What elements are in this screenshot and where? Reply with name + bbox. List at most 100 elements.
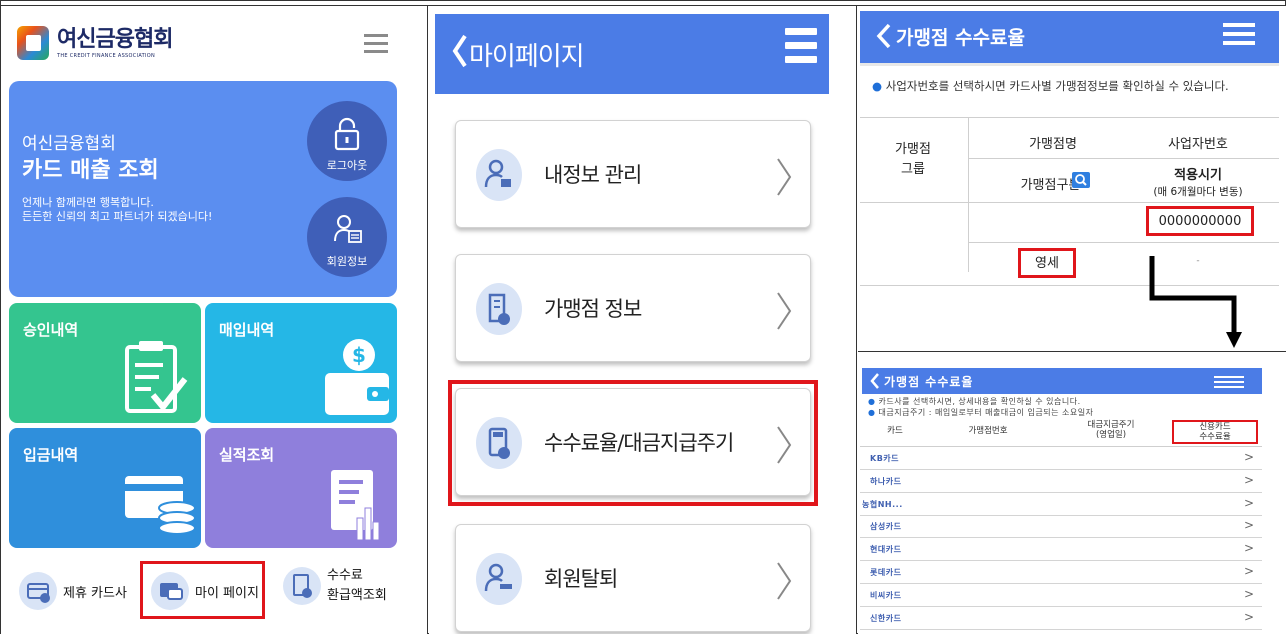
card-fee-header: 가맹점 수수료율 (862, 368, 1262, 394)
partner-card-link[interactable]: 제휴 카드사 (19, 572, 127, 610)
info-note: ● 대금지급주기 : 매입일로부터 매출대금이 입금되는 소요일자 (868, 408, 1094, 417)
logo-text: 여신금융협회 (57, 27, 173, 52)
logo[interactable]: 여신금융협회 THE CREDIT FINANCE ASSOCIATION (17, 26, 173, 60)
table-border (968, 158, 1279, 159)
card-row[interactable]: 비씨카드 > (860, 584, 1262, 607)
withdraw-button[interactable]: 회원탈퇴 (455, 524, 811, 632)
info-note-text: 카드사를 선택하시면, 상세내용을 확인하실 수 있습니다. (878, 397, 1081, 406)
member-info-button[interactable]: 회원정보 (307, 197, 387, 277)
info-note-text: 대금지급주기 : 매입일로부터 매출대금이 입금되는 소요일자 (878, 408, 1094, 417)
hero-desc-line: 언제나 함께라면 행복합니다. (22, 196, 154, 209)
card-name: 농협NH... (862, 499, 903, 509)
search-icon[interactable] (1072, 172, 1090, 188)
report-chart-icon (331, 470, 380, 541)
table-border (860, 202, 1279, 203)
mypage-highlight (140, 561, 265, 619)
tile-purchase[interactable]: 매입내역 $ (205, 303, 397, 423)
logout-label: 로그아웃 (326, 159, 368, 172)
card-name: 삼성카드 (870, 522, 902, 532)
home-screen: 여신금융협회 THE CREDIT FINANCE ASSOCIATION 여신… (1, 6, 427, 634)
card-name: 하나카드 (870, 476, 902, 486)
hero-title-org: 여신금융협회 (22, 134, 116, 154)
tile-approval[interactable]: 승인내역 (9, 303, 201, 423)
table-border (968, 242, 1279, 243)
col-payment-cycle-1: 대금지급주기 (1087, 420, 1135, 430)
col-payment-cycle-2: (영업일) (1095, 430, 1127, 440)
business-number-value[interactable]: 0000000000 (1146, 206, 1254, 236)
menu-icon[interactable] (785, 28, 817, 72)
card-name: 신한카드 (870, 613, 902, 623)
tile-purchase-label: 매입내역 (219, 321, 275, 339)
my-info-button[interactable]: 내정보 관리 (455, 120, 811, 228)
tile-performance[interactable]: 실적조회 (205, 428, 397, 548)
lock-icon (334, 117, 360, 151)
hero-description: 언제나 함께라면 행복합니다. 든든한 신뢰의 최고 파트너가 되겠습니다! (22, 196, 212, 224)
header-shadow (860, 63, 1279, 66)
col-merchant-name: 가맹점명 (1029, 137, 1077, 152)
user-edit-icon (476, 149, 522, 201)
page-title: 가맹점 수수료율 (884, 375, 974, 389)
card-row[interactable]: 하나카드 > (860, 470, 1262, 493)
fee-refund-link[interactable]: 수수료 환급액조회 (283, 566, 387, 606)
table-border (968, 117, 969, 272)
document-icon (283, 567, 321, 605)
menu-icon[interactable] (364, 34, 388, 56)
menu-icon[interactable] (1223, 23, 1255, 47)
wallet-coin-icon: $ (325, 339, 389, 415)
back-icon[interactable] (870, 373, 880, 389)
chevron-right-icon: > (1243, 495, 1254, 510)
col-merchant-group: 가맹점 그룹 (895, 142, 931, 177)
mypage-screen: 마이페이지 내정보 관리 가맹점 정보 수수료율/대금지급주기 회원탈퇴 (429, 6, 856, 634)
chevron-right-icon (777, 158, 792, 196)
back-icon[interactable] (876, 23, 892, 49)
card-row[interactable]: 현대카드 > (860, 538, 1262, 562)
info-note: ● 사업자번호를 선택하시면 카드사별 가맹점정보를 확인하실 수 있습니다. (872, 79, 1229, 93)
col-credit-fee-rate: 신용카드 수수료율 (1172, 420, 1258, 444)
col-apply-period: 적용시기 (1174, 168, 1222, 183)
tile-approval-label: 승인내역 (23, 321, 79, 339)
chevron-right-icon: > (1243, 564, 1254, 578)
card-coins-icon (125, 476, 196, 535)
merchant-info-button[interactable]: 가맹점 정보 (455, 254, 811, 362)
merchant-info-label: 가맹점 정보 (544, 297, 642, 321)
chevron-right-icon (777, 292, 792, 330)
table-border (860, 117, 1279, 118)
card-row[interactable]: 신한카드 > (860, 607, 1262, 630)
col-apply-period-sub: (매 6개월마다 변동) (1153, 186, 1243, 198)
logout-button[interactable]: 로그아웃 (307, 101, 387, 181)
user-remove-icon (476, 553, 522, 605)
hero-banner: 여신금융협회 카드 매출 조회 언제나 함께라면 행복합니다. 든든한 신뢰의 … (9, 81, 397, 297)
card-icon (19, 572, 57, 610)
building-icon (476, 283, 522, 335)
chevron-right-icon: > (1243, 586, 1254, 601)
card-name: KB카드 (870, 454, 900, 463)
tile-deposit[interactable]: 입금내역 (9, 428, 201, 548)
subpanel-divider (858, 351, 1286, 352)
page-title: 마이페이지 (469, 42, 585, 72)
hero-title-main: 카드 매출 조회 (22, 158, 159, 183)
col-payment-cycle: 대금지급주기 (영업일) (1066, 420, 1156, 440)
logo-subtext: THE CREDIT FINANCE ASSOCIATION (57, 53, 156, 59)
card-row[interactable]: 롯데카드 > (860, 561, 1262, 584)
flow-arrow-icon (1149, 256, 1242, 348)
fee-refund-label-2: 환급액조회 (327, 588, 387, 603)
card-row[interactable]: 삼성카드 > (860, 515, 1262, 539)
menu-icon[interactable] (1214, 376, 1244, 388)
info-note: ● 카드사를 선택하시면, 상세내용을 확인하실 수 있습니다. (868, 397, 1081, 406)
info-note-text: 사업자번호를 선택하시면 카드사별 가맹점정보를 확인하실 수 있습니다. (885, 79, 1229, 93)
back-icon[interactable] (451, 34, 469, 68)
panel-divider (856, 6, 857, 634)
member-info-label: 회원정보 (326, 255, 368, 268)
my-info-label: 내정보 관리 (544, 163, 642, 187)
col-card: 카드 (887, 426, 903, 436)
panel-divider (427, 6, 428, 634)
fee-rate-highlight (448, 380, 818, 506)
card-row[interactable]: KB카드 > (860, 447, 1262, 470)
col-business-number: 사업자번호 (1168, 137, 1228, 152)
page-title: 가맹점 수수료율 (896, 27, 1025, 49)
svg-text:$: $ (352, 343, 366, 367)
card-name: 롯데카드 (870, 568, 902, 577)
chevron-right-icon: > (1243, 541, 1254, 556)
card-row[interactable]: 농협NH... > (860, 493, 1262, 516)
chevron-right-icon: > (1243, 609, 1254, 624)
